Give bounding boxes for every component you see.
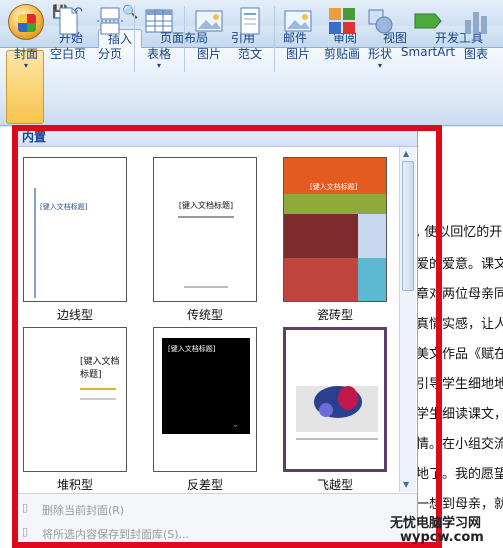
- red-highlight-frame: [12, 125, 442, 548]
- chart-icon: [465, 12, 487, 34]
- smartart-icon: [414, 13, 442, 29]
- page-break-button[interactable]: 分页: [92, 6, 128, 62]
- picture-button-1[interactable]: 图片: [190, 6, 228, 62]
- blank-page-label: 空白页: [49, 47, 86, 61]
- smartart-label: SmartArt: [400, 45, 456, 59]
- table-button[interactable]: 表格 ▾: [140, 6, 178, 70]
- blank-page-button[interactable]: 空白页: [48, 6, 88, 62]
- template-icon: [240, 7, 260, 35]
- table-label: 表格: [146, 47, 171, 61]
- picture-label: 图片: [196, 47, 221, 61]
- picture-button-2[interactable]: 图片: [280, 6, 316, 62]
- blank-page-icon: [59, 7, 78, 35]
- picture-label: 图片: [285, 47, 310, 61]
- page-break-icon: [97, 7, 123, 35]
- template-label: 范文: [237, 47, 262, 61]
- dropdown-arrow-icon: ▾: [377, 61, 382, 70]
- page-break-label: 分页: [97, 47, 122, 61]
- shapes-label: 形状: [367, 47, 392, 61]
- picture-icon: [195, 10, 223, 32]
- smartart-button[interactable]: SmartArt: [400, 6, 456, 59]
- clipart-button[interactable]: 剪贴画: [320, 6, 364, 62]
- chart-label: 图表: [463, 47, 488, 61]
- group-separator: [184, 6, 185, 72]
- clipart-icon: [329, 8, 355, 34]
- template-button[interactable]: 范文: [232, 6, 268, 62]
- watermark-url: wypcw.com: [400, 530, 484, 545]
- shapes-icon: [368, 9, 393, 34]
- office-button[interactable]: [8, 4, 44, 40]
- dropdown-arrow-icon: ▾: [156, 61, 161, 70]
- cover-page-label: 封面: [13, 47, 38, 61]
- chart-button[interactable]: 图表: [458, 6, 494, 62]
- office-logo-icon: [18, 14, 36, 32]
- shapes-button[interactable]: 形状 ▾: [364, 6, 396, 70]
- group-separator: [134, 6, 135, 72]
- watermark-text: 无忧电脑学习网: [390, 516, 482, 531]
- table-icon: [145, 9, 173, 33]
- clipart-label: 剪贴画: [323, 47, 360, 61]
- group-separator: [274, 6, 275, 72]
- dropdown-arrow-icon: ▾: [23, 61, 28, 70]
- picture-icon: [284, 10, 312, 32]
